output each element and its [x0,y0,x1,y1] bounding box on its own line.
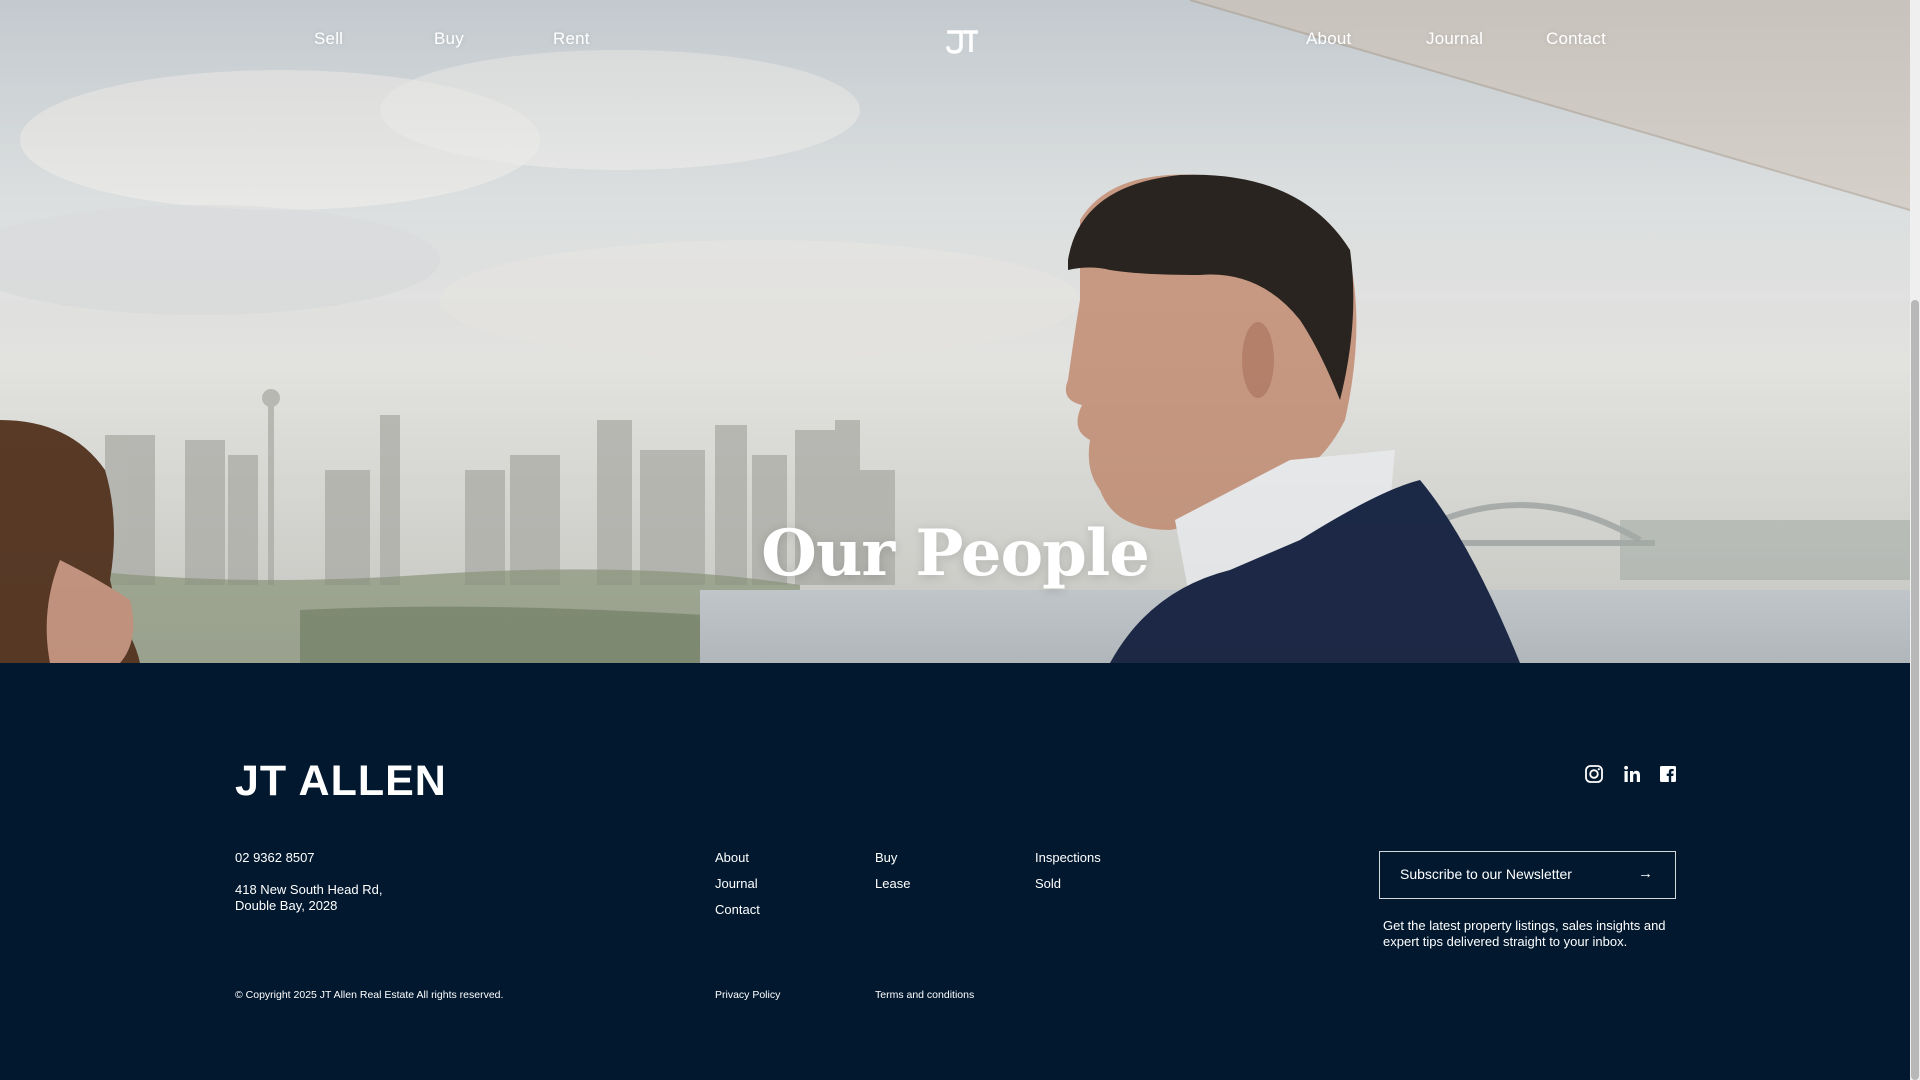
copyright-text: © Copyright 2025 JT Allen Real Estate Al… [235,989,504,1001]
nav-link-about[interactable]: About [1306,29,1351,49]
linkedin-icon[interactable] [1622,764,1642,784]
hero-section: Sell Buy Rent About Journal Contact Our … [0,0,1910,663]
footer-link-sold[interactable]: Sold [1035,876,1061,891]
footer: JT ALLEN 02 9362 8507 418 New South Head… [0,663,1910,1080]
footer-phone[interactable]: 02 9362 8507 [235,850,315,865]
nav-link-contact[interactable]: Contact [1546,29,1606,49]
footer-link-lease[interactable]: Lease [875,876,910,891]
footer-address-line1: 418 New South Head Rd, [235,882,383,897]
newsletter-subscribe-button[interactable]: Subscribe to our Newsletter → [1379,851,1676,899]
terms-link[interactable]: Terms and conditions [875,989,974,1001]
nav-link-sell[interactable]: Sell [314,29,343,49]
footer-link-about[interactable]: About [715,850,749,865]
scrollbar-thumb[interactable] [1911,300,1919,1080]
nav-link-buy[interactable]: Buy [434,29,464,49]
newsletter-label: Subscribe to our Newsletter [1400,866,1572,882]
footer-link-contact[interactable]: Contact [715,902,760,917]
privacy-policy-link[interactable]: Privacy Policy [715,989,780,1001]
instagram-icon[interactable] [1584,764,1604,784]
nav-link-rent[interactable]: Rent [553,29,590,49]
facebook-icon[interactable] [1658,764,1678,784]
top-navigation: Sell Buy Rent About Journal Contact [0,0,1910,80]
arrow-right-icon: → [1638,865,1653,882]
footer-link-buy[interactable]: Buy [875,850,897,865]
footer-brand-logo[interactable]: JT ALLEN [235,757,447,806]
footer-address: 418 New South Head Rd, Double Bay, 2028 [235,882,435,914]
newsletter-description: Get the latest property listings, sales … [1383,918,1666,949]
footer-link-inspections[interactable]: Inspections [1035,850,1101,865]
jt-monogram-icon[interactable] [946,28,980,54]
footer-link-journal[interactable]: Journal [715,876,758,891]
footer-address-line2: Double Bay, 2028 [235,898,338,913]
hero-title: Our People [761,516,1150,591]
nav-link-journal[interactable]: Journal [1426,29,1483,49]
